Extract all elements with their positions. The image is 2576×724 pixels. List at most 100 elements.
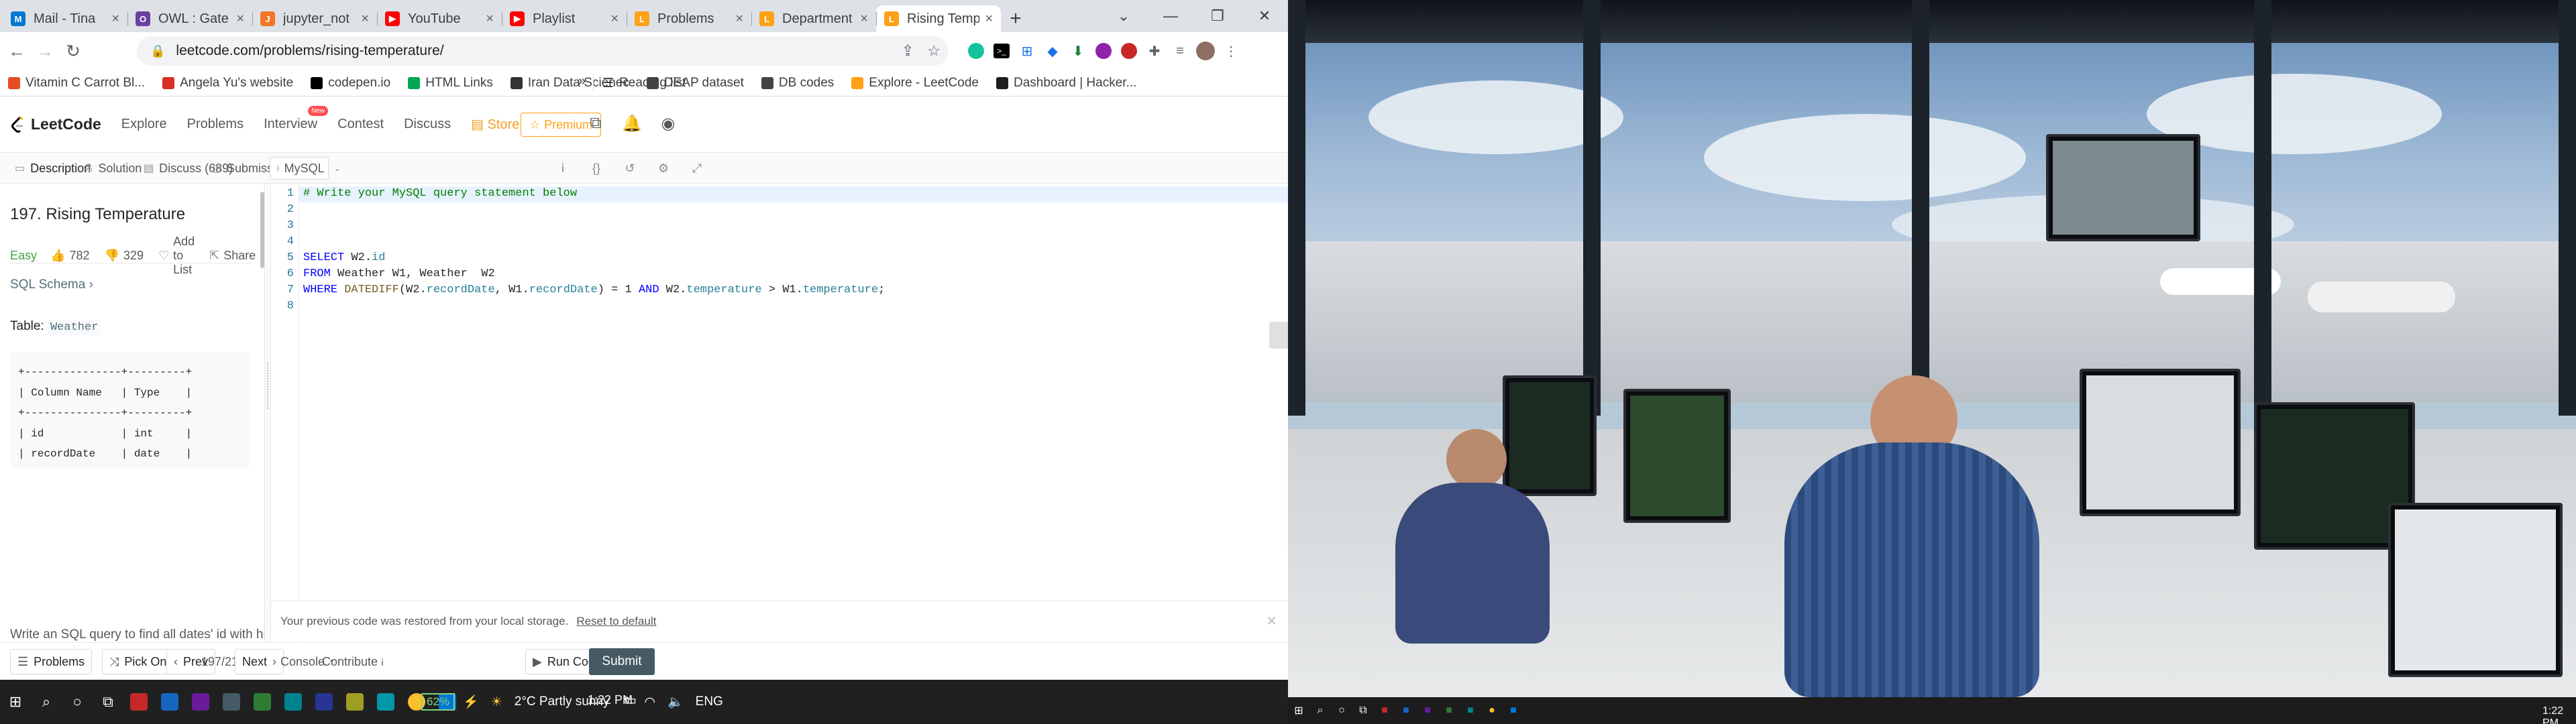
problems-list-button[interactable]: ☰ Problems bbox=[10, 649, 93, 674]
bookmark-item[interactable]: Angela Yu's website bbox=[162, 76, 293, 90]
bookmark-item[interactable]: Vitamin C Carrot Bl... bbox=[8, 76, 145, 90]
nav-discuss[interactable]: Discuss bbox=[404, 117, 451, 132]
weather-icon[interactable]: ☀ bbox=[491, 695, 502, 710]
editor-side-toggle[interactable] bbox=[1269, 322, 1288, 349]
profile-avatar[interactable] bbox=[1193, 41, 1218, 61]
bookmark-star-icon[interactable]: ☆ bbox=[927, 42, 941, 60]
app-icon-teal[interactable] bbox=[278, 686, 309, 717]
reset-to-default-link[interactable]: Reset to default bbox=[576, 615, 656, 628]
cortana-icon[interactable]: ○ bbox=[62, 686, 93, 717]
tab-close-icon[interactable]: × bbox=[985, 11, 993, 27]
bookmark-item[interactable]: HTML Links bbox=[408, 76, 493, 90]
app-icon-purple[interactable] bbox=[185, 686, 216, 717]
splitter-grip-icon[interactable] bbox=[267, 362, 268, 409]
app-icon[interactable]: ■ bbox=[1460, 697, 1481, 724]
close-icon[interactable]: ✕ bbox=[1266, 613, 1277, 629]
browser-tab[interactable]: L Department × bbox=[751, 5, 876, 32]
nav-store[interactable]: ▤ Store bbox=[471, 116, 519, 133]
playground-icon[interactable]: ⧉ bbox=[584, 114, 608, 133]
browser-tab[interactable]: L Problems × bbox=[627, 5, 751, 32]
tab-search-icon[interactable]: ⌄ bbox=[1100, 0, 1147, 32]
browser-tab[interactable]: L Rising Temp × bbox=[876, 5, 1001, 32]
notification-icon[interactable]: ▭ bbox=[624, 692, 637, 709]
forward-icon[interactable]: → bbox=[31, 41, 59, 62]
grammarly-icon[interactable] bbox=[963, 41, 989, 61]
app-icon[interactable]: ■ bbox=[1438, 697, 1460, 724]
bookmarks-more-icon[interactable]: » bbox=[578, 74, 586, 89]
restore-button[interactable]: ❐ bbox=[1194, 0, 1241, 32]
close-window-button[interactable]: ✕ bbox=[1241, 0, 1288, 32]
vscode-icon[interactable]: ■ bbox=[1503, 697, 1524, 724]
bookmark-item[interactable]: Explore - LeetCode bbox=[851, 76, 979, 90]
contribute-link[interactable]: Contribute ⅰ bbox=[322, 655, 384, 669]
code-editor[interactable]: 1 2 3 4 5 6 7 8 # Write your MySQL query statem… bbox=[271, 184, 1288, 653]
tab-close-icon[interactable]: × bbox=[860, 11, 868, 27]
nav-interview[interactable]: Interview New bbox=[264, 106, 329, 132]
settings-gear-icon[interactable]: ⚙ bbox=[655, 162, 672, 176]
windows-start-icon[interactable]: ⊞ bbox=[1288, 697, 1309, 724]
language-select[interactable]: i MySQL ⌄ bbox=[270, 157, 341, 180]
next-button[interactable]: Next › bbox=[235, 649, 284, 674]
app-icon-blue[interactable] bbox=[154, 686, 185, 717]
secondary-clock[interactable]: 1:22 PM bbox=[2542, 704, 2564, 724]
nav-problems[interactable]: Problems bbox=[187, 117, 244, 132]
tab-close-icon[interactable]: × bbox=[236, 11, 244, 27]
browser-tab[interactable]: M Mail - Tina × bbox=[3, 5, 127, 32]
lock-icon[interactable]: 🔒 bbox=[150, 44, 165, 58]
notification-bell-icon[interactable]: 🔔 bbox=[620, 114, 644, 133]
back-icon[interactable]: ← bbox=[3, 41, 31, 62]
nav-explore[interactable]: Explore bbox=[121, 117, 167, 132]
wifi-icon[interactable]: ◠ bbox=[644, 695, 655, 710]
new-tab-button[interactable]: + bbox=[1001, 5, 1030, 32]
reset-code-icon[interactable]: ↺ bbox=[621, 162, 639, 176]
chrome-icon[interactable]: ● bbox=[1481, 697, 1503, 724]
app-icon-green[interactable] bbox=[247, 686, 278, 717]
dislike-button[interactable]: 👎 329 bbox=[105, 249, 144, 263]
circle-extension-icon[interactable] bbox=[1091, 41, 1116, 61]
app-icon-indigo[interactable] bbox=[309, 686, 339, 717]
app-icon[interactable]: ■ bbox=[1395, 697, 1417, 724]
browser-tab[interactable]: O OWL : Gate × bbox=[127, 5, 252, 32]
app-icon[interactable]: ■ bbox=[1417, 697, 1438, 724]
media-controls-icon[interactable]: ≡ bbox=[1167, 41, 1193, 61]
search-icon[interactable]: ⌕ bbox=[1309, 697, 1331, 724]
bookmark-item[interactable]: Dashboard | Hacker... bbox=[996, 76, 1136, 90]
leetcode-logo[interactable]: LeetCode bbox=[11, 115, 101, 133]
translate-extension-icon[interactable]: ⊞ bbox=[1014, 41, 1040, 61]
search-icon[interactable]: ⌕ bbox=[31, 686, 62, 717]
user-avatar-icon[interactable]: ◉ bbox=[656, 114, 680, 133]
browser-tab[interactable]: ▶ Playlist × bbox=[502, 5, 627, 32]
add-to-list-button[interactable]: ♡ Add to List bbox=[158, 235, 195, 277]
input-language[interactable]: ENG bbox=[696, 695, 723, 709]
app-icon-cyan[interactable] bbox=[370, 686, 401, 717]
sql-schema-link[interactable]: SQL Schema › bbox=[10, 278, 93, 292]
panel-splitter[interactable] bbox=[264, 184, 271, 642]
browser-tab[interactable]: Jjupyter_not × bbox=[252, 5, 377, 32]
share-icon[interactable]: ⇪ bbox=[902, 42, 914, 60]
braces-icon[interactable]: {} bbox=[588, 162, 605, 176]
browser-tab[interactable]: ▶ YouTube × bbox=[377, 5, 502, 32]
volume-icon[interactable]: 🔈 bbox=[667, 694, 684, 710]
editor-info-icon[interactable]: ⅰ bbox=[554, 162, 572, 176]
puzzle-extensions-icon[interactable]: ✚ bbox=[1142, 41, 1167, 61]
tab-solution[interactable]: ⚗ Solution bbox=[83, 153, 142, 184]
app-icon-red[interactable] bbox=[123, 686, 154, 717]
color-extension-icon[interactable] bbox=[1116, 41, 1142, 61]
tab-close-icon[interactable]: × bbox=[610, 11, 619, 27]
tab-close-icon[interactable]: × bbox=[361, 11, 369, 27]
app-icon-lime[interactable] bbox=[339, 686, 370, 717]
task-view-icon[interactable]: ⧉ bbox=[1352, 697, 1374, 724]
battery-indicator[interactable]: 62% bbox=[421, 693, 455, 711]
windows-start-icon[interactable]: ⊞ bbox=[0, 686, 31, 717]
app-icon[interactable]: ■ bbox=[1374, 697, 1395, 724]
like-button[interactable]: 👍 782 bbox=[50, 249, 89, 263]
tab-close-icon[interactable]: × bbox=[486, 11, 494, 27]
minimize-button[interactable]: — bbox=[1147, 0, 1194, 32]
bookmark-item[interactable]: DB codes bbox=[761, 76, 834, 90]
app-icon-gray[interactable] bbox=[216, 686, 247, 717]
terminal-extension-icon[interactable]: >_ bbox=[989, 41, 1014, 61]
tab-description[interactable]: ▭ Description bbox=[15, 153, 91, 184]
reload-icon[interactable]: ↻ bbox=[59, 41, 87, 62]
share-button[interactable]: ⇱ Share bbox=[209, 249, 256, 263]
fullscreen-icon[interactable]: ⤢ bbox=[688, 162, 706, 176]
